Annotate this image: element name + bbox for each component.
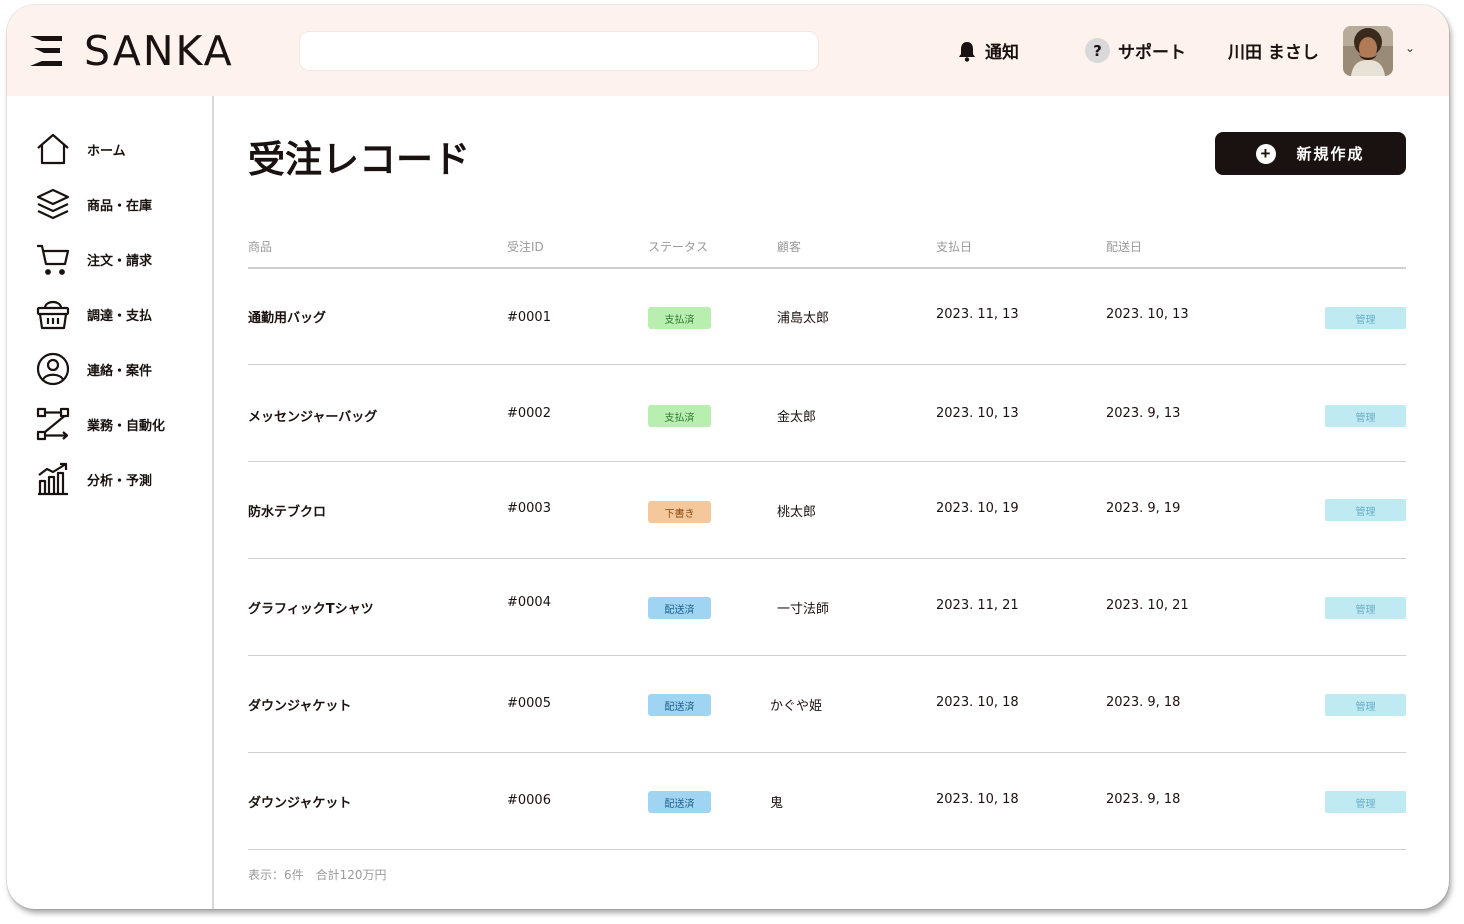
app-window: SANKA 通知 ? サポート 川田 まさし ⌄ ホーム 商品・在庫 注文・請求… (7, 5, 1449, 909)
basket-icon (36, 300, 70, 330)
top-header: SANKA 通知 ? サポート 川田 まさし ⌄ (7, 5, 1449, 96)
new-record-button[interactable]: + 新規作成 (1215, 132, 1406, 175)
column-header-customer[interactable]: 顧客 (777, 238, 801, 255)
row-divider (248, 558, 1406, 559)
table-row-order-id: #0002 (507, 406, 551, 421)
table-row-order-id: #0006 (507, 793, 551, 808)
sidebar-item-label: 注文・請求 (87, 253, 153, 269)
sidebar-item-label: ホーム (87, 143, 126, 159)
manage-button[interactable]: 管理 (1325, 405, 1406, 427)
logo-icon[interactable] (28, 33, 64, 69)
cart-icon (37, 244, 70, 275)
table-row-ship-date: 2023. 9, 18 (1106, 792, 1181, 807)
support-button[interactable]: ? サポート (1085, 5, 1186, 96)
table-row-customer: 一寸法師 (777, 602, 830, 617)
table-row-ship-date: 2023. 9, 19 (1106, 501, 1181, 516)
sidebar-item-products[interactable]: 商品・在庫 (35, 184, 152, 224)
table-row-customer: 金太郎 (777, 410, 817, 425)
support-label: サポート (1118, 43, 1186, 63)
status-badge: 配送済 (648, 694, 711, 716)
table-row-payment-date: 2023. 11, 13 (936, 307, 1019, 322)
notifications-button[interactable]: 通知 (957, 5, 1019, 96)
search-input[interactable] (299, 31, 819, 71)
plus-icon: + (1256, 143, 1277, 164)
row-divider (248, 655, 1406, 656)
column-header-status[interactable]: ステータス (648, 238, 708, 255)
column-header-ship-date[interactable]: 配送日 (1106, 238, 1142, 255)
bell-icon (957, 40, 977, 62)
table-row-payment-date: 2023. 10, 18 (936, 792, 1019, 807)
column-header-product[interactable]: 商品 (248, 238, 272, 255)
table-row-ship-date: 2023. 10, 21 (1106, 598, 1189, 613)
workflow-icon (36, 407, 70, 441)
row-divider (248, 461, 1406, 462)
status-badge: 下書き (648, 501, 711, 523)
table-row-customer: 桃太郎 (777, 505, 817, 520)
table-row-product[interactable]: グラフィックTシャツ (248, 598, 374, 617)
manage-button[interactable]: 管理 (1325, 694, 1406, 716)
sidebar-item-automation[interactable]: 業務・自動化 (35, 404, 165, 444)
table-row-product[interactable]: 通勤用バッグ (248, 307, 326, 326)
table-row-product[interactable]: メッセンジャーバッグ (248, 406, 377, 425)
table-row-payment-date: 2023. 10, 13 (936, 406, 1019, 421)
table-row-payment-date: 2023. 11, 21 (936, 598, 1019, 613)
row-divider (248, 849, 1406, 850)
table-row-order-id: #0004 (507, 595, 551, 610)
table-summary: 表示：6件 合計120万円 (248, 868, 387, 882)
table-row-ship-date: 2023. 9, 13 (1106, 406, 1181, 421)
table-row-ship-date: 2023. 9, 18 (1106, 695, 1181, 710)
sidebar-item-orders[interactable]: 注文・請求 (35, 239, 152, 279)
table-row-customer: 浦島太郎 (777, 311, 830, 326)
layers-icon (36, 188, 70, 220)
sidebar-item-label: 商品・在庫 (87, 198, 153, 214)
sidebar-item-analytics[interactable]: 分析・予測 (35, 459, 152, 499)
manage-button[interactable]: 管理 (1325, 307, 1406, 329)
manage-button[interactable]: 管理 (1325, 791, 1406, 813)
table-row-payment-date: 2023. 10, 19 (936, 501, 1019, 516)
table-row-product[interactable]: 防水テブクロ (248, 501, 326, 520)
table-row-order-id: #0003 (507, 501, 551, 516)
table-row-product[interactable]: ダウンジャケット (248, 695, 351, 714)
table-row-customer: かぐや姫 (770, 699, 823, 714)
sidebar-item-label: 調達・支払 (87, 308, 153, 324)
help-icon: ? (1085, 38, 1110, 63)
chart-icon (38, 462, 68, 496)
sidebar-item-contacts[interactable]: 連絡・案件 (35, 349, 152, 389)
row-divider (248, 364, 1406, 365)
brand-name: SANKA (84, 27, 234, 75)
user-name[interactable]: 川田 まさし (1228, 5, 1319, 96)
table-row-product[interactable]: ダウンジャケット (248, 792, 351, 811)
table-row-customer: 鬼 (770, 796, 784, 811)
sidebar-item-home[interactable]: ホーム (35, 129, 126, 169)
avatar[interactable] (1343, 26, 1393, 76)
table-header-divider (248, 267, 1406, 269)
table-row-payment-date: 2023. 10, 18 (936, 695, 1019, 710)
table-row-ship-date: 2023. 10, 13 (1106, 307, 1189, 322)
table-row-order-id: #0001 (507, 310, 551, 325)
column-header-payment-date[interactable]: 支払日 (936, 238, 972, 255)
column-header-order-id[interactable]: 受注ID (507, 238, 544, 255)
sidebar-item-label: 連絡・案件 (87, 363, 153, 379)
page-title: 受注レコード (248, 138, 470, 181)
home-icon (37, 133, 69, 165)
sidebar-item-label: 業務・自動化 (87, 418, 166, 434)
chevron-down-icon[interactable]: ⌄ (1405, 41, 1415, 55)
status-badge: 配送済 (648, 791, 711, 813)
sidebar: ホーム 商品・在庫 注文・請求 調達・支払 連絡・案件 業務・自動化 分析・予測 (7, 96, 214, 909)
status-badge: 配送済 (648, 597, 711, 619)
new-record-label: 新規作成 (1296, 146, 1365, 163)
manage-button[interactable]: 管理 (1325, 597, 1406, 619)
status-badge: 支払済 (648, 307, 711, 329)
sidebar-item-procurement[interactable]: 調達・支払 (35, 294, 152, 334)
row-divider (248, 752, 1406, 753)
status-badge: 支払済 (648, 405, 711, 427)
user-circle-icon (36, 352, 70, 386)
manage-button[interactable]: 管理 (1325, 499, 1406, 521)
sidebar-item-label: 分析・予測 (87, 473, 153, 489)
table-row-order-id: #0005 (507, 696, 551, 711)
notifications-label: 通知 (985, 43, 1019, 63)
